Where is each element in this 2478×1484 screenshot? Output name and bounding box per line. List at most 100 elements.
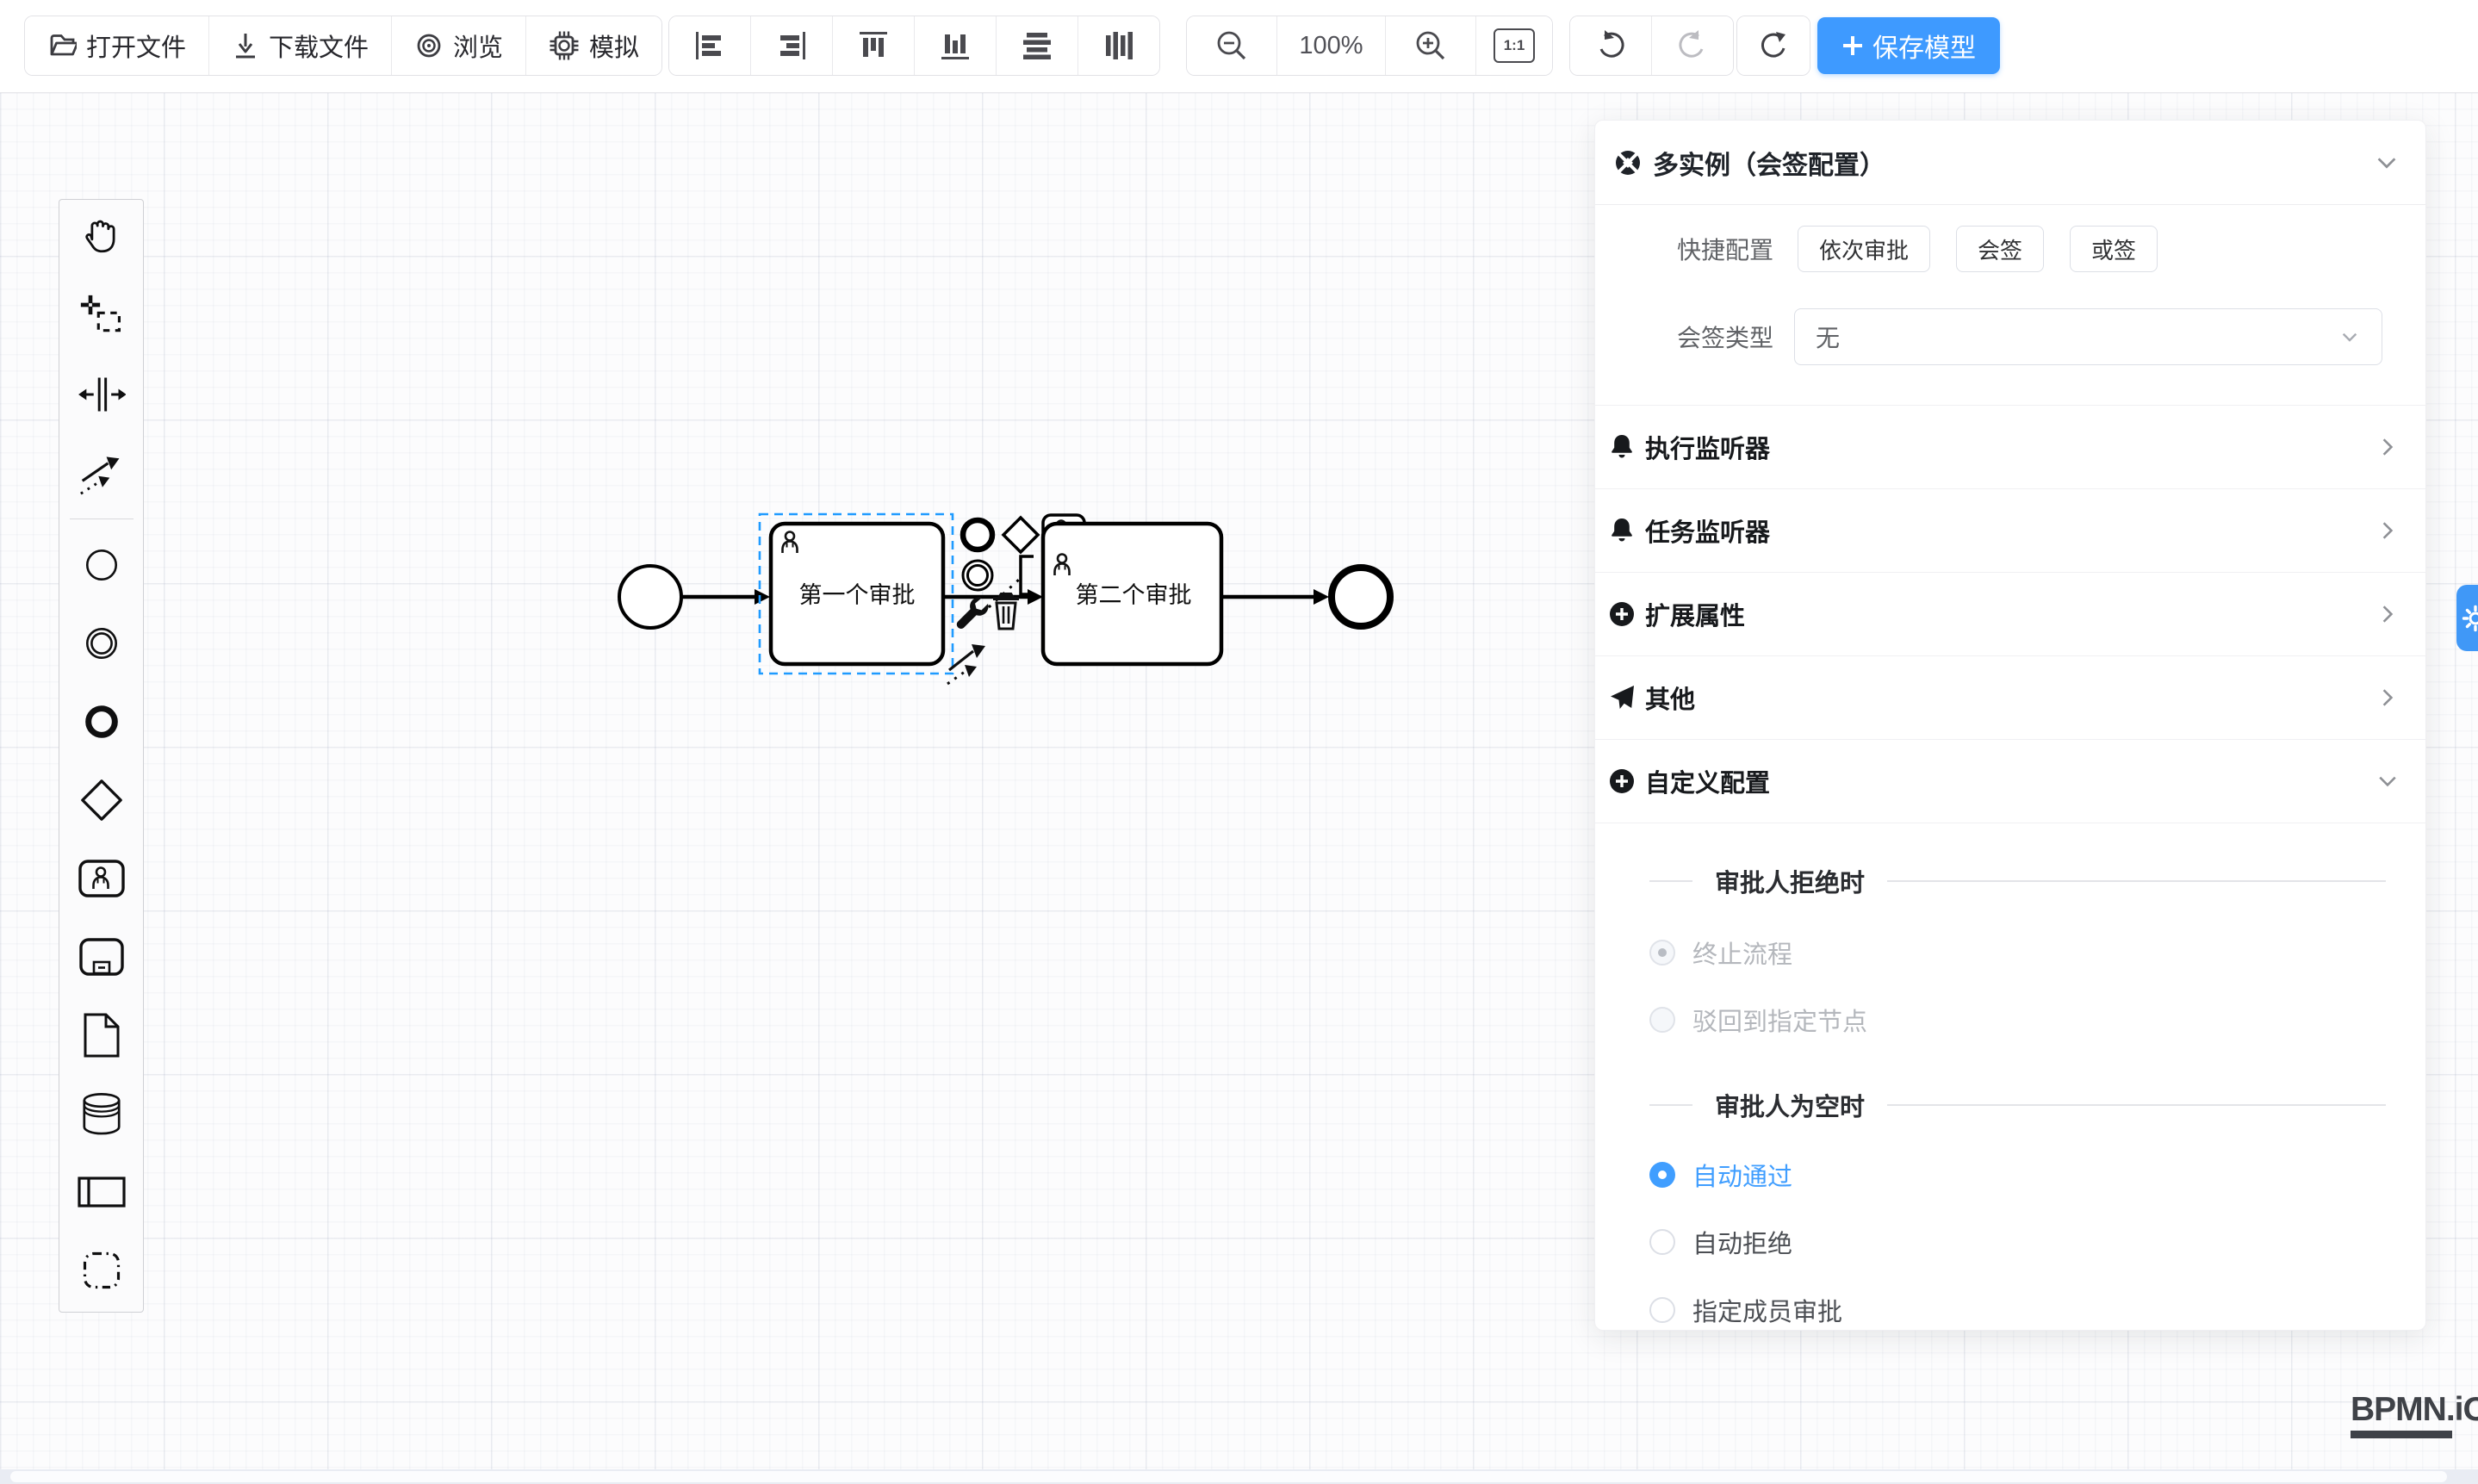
redo-button[interactable] (1651, 16, 1733, 75)
section-other[interactable]: 其他 (1595, 655, 2425, 739)
option-sequential-approval[interactable]: 依次审批 (1798, 226, 1930, 272)
create-end-event[interactable] (77, 698, 127, 746)
distribute-horizontal-button[interactable] (996, 16, 1078, 75)
chevron-down-icon[interactable] (2374, 150, 2400, 176)
preview-button[interactable]: 浏览 (391, 16, 525, 75)
align-right-icon (774, 28, 809, 63)
radio-circle[interactable] (1649, 940, 1675, 966)
horizontal-scrollbar[interactable] (0, 1469, 2478, 1484)
align-left-button[interactable] (669, 16, 750, 75)
append-gateway-icon[interactable] (1003, 518, 1038, 552)
append-end-event-icon[interactable] (963, 520, 992, 550)
align-bottom-button[interactable] (914, 16, 996, 75)
bpmn-diagram: 第一个审批 (517, 474, 1464, 758)
radio-auto-reject[interactable]: 自动拒绝 (1595, 1225, 2425, 1259)
zoom-in-button[interactable] (1385, 16, 1475, 75)
bell-icon (1609, 433, 1635, 461)
start-event-shape[interactable] (619, 566, 681, 628)
space-tool-icon (78, 372, 126, 417)
create-subprocess[interactable] (77, 933, 127, 981)
gateway-icon (78, 777, 125, 823)
create-user-task[interactable] (77, 854, 127, 903)
chevron-right-icon (2376, 518, 2400, 543)
radio-label: 指定成员审批 (1692, 1292, 1842, 1328)
radio-designated-member[interactable]: 指定成员审批 (1595, 1293, 2425, 1327)
panel-header[interactable]: 多实例（会签配置） (1595, 121, 2425, 205)
append-text-annotation-icon[interactable] (1021, 556, 1034, 594)
create-start-event[interactable] (77, 541, 127, 589)
create-group[interactable] (77, 1246, 127, 1295)
section-list: 执行监听器 任务监听器 扩展属性 (1595, 405, 2425, 823)
arrowhead (1028, 589, 1043, 605)
hand-tool[interactable] (77, 214, 127, 262)
wrench-icon[interactable] (957, 597, 989, 629)
section-extended-properties[interactable]: 扩展属性 (1595, 572, 2425, 655)
radio-return-to-node[interactable]: 驳回到指定节点 (1595, 1003, 2425, 1037)
option-orsign[interactable]: 或签 (2070, 226, 2158, 272)
space-tool[interactable] (77, 370, 127, 419)
section-task-listener[interactable]: 任务监听器 (1595, 488, 2425, 572)
end-event-shape[interactable] (1332, 568, 1390, 626)
arrowhead (1314, 589, 1329, 605)
option-countersign[interactable]: 会签 (1956, 226, 2044, 272)
reset-zoom-icon: 1:1 (1494, 28, 1535, 63)
download-file-button[interactable]: 下载文件 (208, 16, 391, 75)
radio-circle[interactable] (1649, 1162, 1675, 1188)
simulate-icon (549, 30, 580, 61)
download-icon (232, 31, 259, 60)
preview-label: 浏览 (453, 28, 503, 64)
divider-line (1887, 1104, 2386, 1106)
create-data-object[interactable] (77, 1011, 127, 1059)
end-event-icon (79, 699, 124, 744)
bpmn-designer-app: 打开文件 下载文件 浏览 (0, 0, 2478, 1484)
plus-circle-icon (1609, 601, 1635, 627)
sign-type-select[interactable]: 无 (1794, 308, 2382, 365)
refresh-icon (1756, 28, 1791, 63)
distribute-vertical-button[interactable] (1078, 16, 1159, 75)
simulate-button[interactable]: 模拟 (525, 16, 661, 75)
create-intermediate-event[interactable] (77, 619, 127, 667)
lasso-tool[interactable] (77, 292, 127, 340)
refresh-button[interactable] (1737, 16, 1810, 75)
refresh-group (1736, 16, 1810, 76)
radio-circle[interactable] (1649, 1297, 1675, 1323)
append-intermediate-event-icon[interactable] (963, 561, 992, 590)
subprocess-icon (78, 936, 126, 978)
align-right-button[interactable] (750, 16, 832, 75)
create-participant[interactable] (77, 1168, 127, 1216)
chevron-right-icon (2376, 602, 2400, 626)
panel-toggle-tab[interactable] (2456, 585, 2478, 651)
section-label: 任务监听器 (1645, 512, 2365, 549)
trash-icon[interactable] (993, 593, 1019, 629)
reset-zoom-button[interactable]: 1:1 (1475, 16, 1552, 75)
logo-underline (2351, 1431, 2452, 1438)
save-model-label: 保存模型 (1872, 27, 1976, 65)
user-task-person-icon (1055, 555, 1070, 576)
radio-label: 自动通过 (1692, 1157, 1792, 1193)
save-model-button[interactable]: 保存模型 (1817, 17, 2000, 74)
task-second-approval-label: 第二个审批 (1076, 582, 1192, 608)
align-top-icon (856, 28, 891, 63)
radio-terminate-process[interactable]: 终止流程 (1595, 935, 2425, 970)
radio-auto-pass[interactable]: 自动通过 (1595, 1158, 2425, 1192)
undo-button[interactable] (1570, 16, 1651, 75)
scrollbar-thumb[interactable] (10, 1471, 2447, 1482)
lasso-icon (79, 294, 124, 338)
radio-circle[interactable] (1649, 1007, 1675, 1033)
section-custom-config[interactable]: 自定义配置 (1595, 739, 2425, 823)
section-execution-listener[interactable]: 执行监听器 (1595, 405, 2425, 488)
radio-circle[interactable] (1649, 1229, 1675, 1255)
group-icon (79, 1248, 124, 1293)
properties-panel: 多实例（会签配置） 快捷配置 依次审批 会签 或签 会签类型 无 (1594, 120, 2426, 1331)
sign-type-row: 会签类型 无 (1595, 308, 2425, 365)
reject-section-title: 审批人拒绝时 (1649, 866, 2386, 896)
create-gateway[interactable] (77, 776, 127, 824)
send-icon (1609, 685, 1635, 711)
align-top-button[interactable] (832, 16, 914, 75)
zoom-out-button[interactable] (1187, 16, 1276, 75)
create-data-store[interactable] (77, 1090, 127, 1138)
empty-title-text: 审批人为空时 (1715, 1087, 1865, 1123)
global-connect-tool[interactable] (77, 449, 127, 497)
section-label: 扩展属性 (1645, 596, 2365, 632)
open-file-button[interactable]: 打开文件 (25, 16, 208, 75)
